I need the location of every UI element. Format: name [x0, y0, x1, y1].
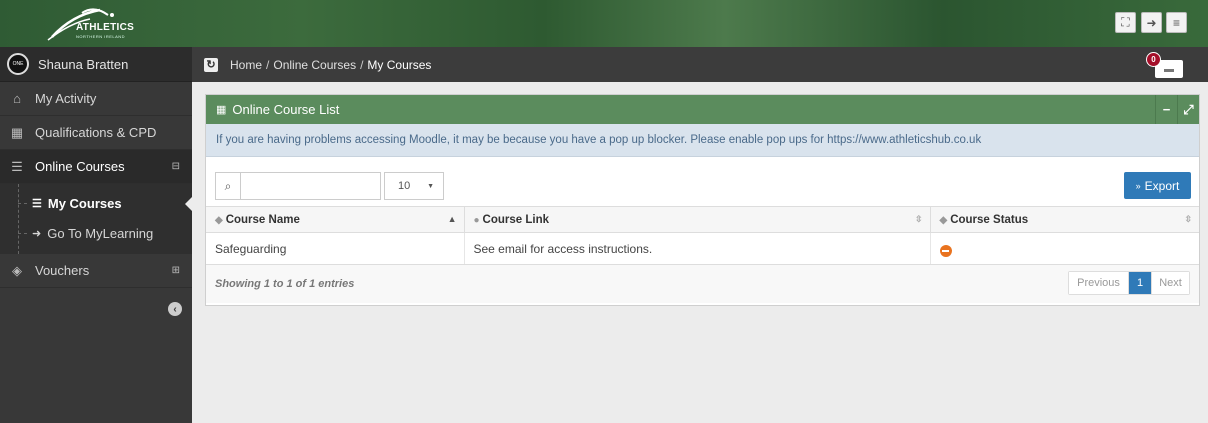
page-1-button[interactable]: 1: [1129, 272, 1151, 294]
menu-button[interactable]: ≡: [1166, 12, 1187, 33]
list-icon: ☰: [32, 197, 42, 210]
table-icon: ▦: [216, 104, 227, 116]
minus-circle-icon: [939, 244, 952, 257]
user-name: Shauna Bratten: [38, 56, 129, 72]
course-name-cell: Safeguarding: [206, 232, 465, 265]
column-header-course-name[interactable]: ◆ Course Name ▲: [206, 206, 465, 233]
top-banner: ATHLETICS NORTHERN IRELAND ⛶ ➜ ≡: [0, 0, 1208, 47]
table-row[interactable]: Safeguarding See email for access instru…: [206, 232, 1199, 265]
list-icon: ☰: [11, 158, 23, 174]
collapse-minus-icon[interactable]: ⊟: [172, 161, 180, 172]
column-header-course-status[interactable]: ◆ Course Status ⇳: [930, 206, 1199, 233]
globe-icon: ●: [473, 214, 480, 226]
sort-icon: ⇳: [1184, 214, 1192, 224]
menu-icon: ≡: [1172, 15, 1180, 30]
sidebar-item-my-activity[interactable]: ⌂ My Activity: [0, 82, 192, 116]
pagination: Previous 1 Next: [1068, 271, 1190, 295]
logout-icon: ➜: [1146, 15, 1157, 30]
alert-text: If you are having problems accessing Moo…: [216, 134, 982, 146]
panel-title: Online Course List: [232, 102, 340, 117]
breadcrumb-online-courses[interactable]: Online Courses: [273, 58, 356, 72]
sidebar-item-label: Go To MyLearning: [47, 225, 154, 241]
expand-plus-icon[interactable]: ⊞: [172, 265, 180, 276]
export-button[interactable]: » Export: [1124, 172, 1191, 199]
sidebar-item-label: Qualifications & CPD: [35, 125, 157, 140]
user-profile[interactable]: ONE Shauna Bratten: [0, 47, 192, 82]
cart-count-badge: 0: [1146, 52, 1161, 67]
home-icon: ⌂: [13, 91, 21, 106]
logo-subtitle: NORTHERN IRELAND: [76, 34, 126, 39]
entries-info: Showing 1 to 1 of 1 entries: [215, 278, 355, 290]
search-group: ⌕: [215, 172, 381, 200]
online-course-list-panel: ▦ Online Course List − ⤢ If you are havi…: [205, 94, 1200, 306]
calendar-icon: ▦: [10, 124, 24, 140]
sidebar: ONE Shauna Bratten ⌂ My Activity ▦ Quali…: [0, 47, 192, 423]
sidebar-item-label: Vouchers: [35, 263, 90, 278]
double-chevron-down-icon: »: [1135, 180, 1141, 191]
minus-icon: −: [1162, 102, 1171, 117]
tag-icon: ◈: [12, 262, 22, 278]
course-status-cell: [930, 232, 1199, 265]
table-controls: ⌕ 10 ▼ » Export: [206, 157, 1199, 206]
sidebar-item-label: My Activity: [35, 91, 97, 106]
column-header-course-link[interactable]: ● Course Link ⇳: [464, 206, 931, 233]
popup-blocker-alert: If you are having problems accessing Moo…: [206, 124, 1199, 157]
page-length-value: 10: [398, 180, 411, 192]
search-icon: ⌕: [215, 172, 241, 200]
sidebar-item-qualifications[interactable]: ▦ Qualifications & CPD: [0, 116, 192, 150]
sidebar-item-label: Online Courses: [35, 159, 125, 174]
sidebar-item-my-courses[interactable]: ☰ My Courses: [0, 188, 192, 218]
online-courses-submenu: ☰ My Courses ➜ Go To MyLearning: [0, 184, 192, 254]
panel-header: ▦ Online Course List − ⤢: [206, 95, 1199, 124]
sidebar-item-vouchers[interactable]: ◈ Vouchers ⊞: [0, 254, 192, 288]
sidebar-item-go-to-mylearning[interactable]: ➜ Go To MyLearning: [0, 218, 192, 248]
sort-icon: ⇳: [914, 214, 923, 224]
expand-button[interactable]: ⤢: [1177, 95, 1199, 124]
tag-icon: ◆: [939, 214, 948, 226]
breadcrumb-current: My Courses: [367, 57, 432, 72]
athletics-ni-logo[interactable]: ATHLETICS NORTHERN IRELAND: [46, 7, 144, 41]
page-length-select[interactable]: 10 ▼: [384, 172, 444, 200]
fullscreen-icon: ⛶: [1121, 15, 1130, 29]
cart-icon: ▬: [1164, 63, 1174, 75]
sort-asc-icon: ▲: [447, 214, 457, 224]
sidebar-item-label: My Courses: [47, 195, 122, 211]
logout-button[interactable]: ➜: [1141, 12, 1162, 33]
course-link-cell: See email for access instructions.: [464, 232, 931, 265]
caret-down-icon: ▼: [427, 182, 434, 190]
fullscreen-button[interactable]: ⛶: [1115, 12, 1136, 33]
avatar: ONE: [7, 53, 29, 75]
previous-page-button[interactable]: Previous: [1069, 272, 1129, 294]
search-input[interactable]: [241, 172, 381, 200]
export-label: Export: [1144, 178, 1180, 193]
sidebar-item-online-courses[interactable]: ☰ Online Courses ⊟: [0, 150, 192, 184]
course-table: ◆ Course Name ▲ ● Course Link ⇳ ◆ Course St…: [206, 206, 1199, 265]
sign-in-icon: ➜: [32, 227, 42, 240]
logo-title: ATHLETICS: [76, 22, 135, 33]
cart-button[interactable]: ▬ 0: [1146, 52, 1183, 78]
minimize-button[interactable]: −: [1155, 95, 1177, 124]
breadcrumb-home[interactable]: Home: [230, 58, 262, 72]
refresh-icon[interactable]: ↻: [204, 57, 218, 72]
table-footer: Showing 1 to 1 of 1 entries Previous 1 N…: [206, 265, 1199, 303]
expand-icon: ⤢: [1183, 101, 1194, 117]
chevron-left-icon: ‹: [173, 303, 177, 315]
sidebar-collapse-button[interactable]: ‹: [168, 302, 182, 316]
breadcrumb: ↻ Home / Online Courses / My Courses ▬ 0: [192, 47, 1208, 82]
tag-icon: ◆: [215, 214, 223, 226]
next-page-button[interactable]: Next: [1151, 272, 1189, 294]
